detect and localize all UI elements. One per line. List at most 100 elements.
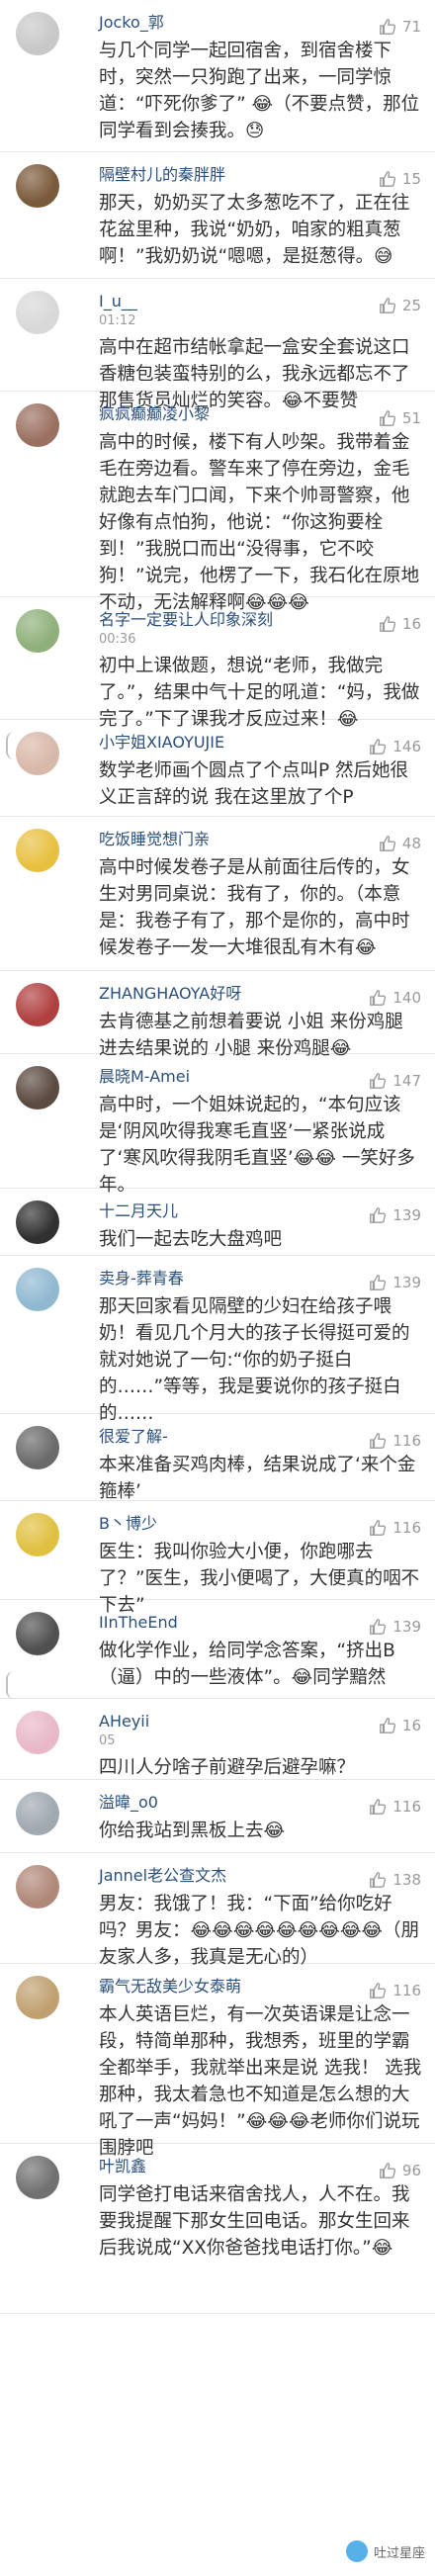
thumbs-up-icon <box>370 990 387 1006</box>
scroll-marker <box>6 1671 16 1699</box>
comments-page: Jocko_郭 与几个同学一起回宿舍，到宿舍楼下时，突然一只狗跑了出来，一同学惊… <box>0 0 435 2576</box>
comment-text: 四川人分啥子前避孕后避孕嘛？ <box>99 1757 356 1778</box>
like-button[interactable]: 71 <box>379 18 421 36</box>
like-count: 16 <box>401 1717 421 1734</box>
watermark-text: 吐过星座 <box>373 2545 425 2561</box>
comment-item[interactable]: 霸气无敌美少女泰萌 本人英语巨烂，有一次英语课是让念一段，特简单那种，我想秀，班… <box>0 1964 435 2159</box>
avatar[interactable] <box>16 291 59 334</box>
avatar[interactable] <box>16 1513 59 1556</box>
comment-item[interactable]: ZHANGHAOYA好呀 去肯德基之前想着要说 小姐 来份鸡腿 进去结果说的 小… <box>0 971 435 1059</box>
like-button[interactable]: 116 <box>369 1519 421 1537</box>
like-button[interactable]: 116 <box>369 1982 421 1999</box>
watermark-logo-icon <box>345 2540 368 2562</box>
thumbs-up-icon <box>380 2163 396 2178</box>
comment-item[interactable]: 卖身-葬青春 那天回家看见隔壁的少妇在给孩子喂奶！看见几个月大的孩子长得挺可爱的… <box>0 1256 435 1424</box>
comment-item[interactable]: 晨晓M-Amei 高中时，一个姐妹说起的，“本句应该是‘阴风吹得我寒毛直竖’一紧… <box>0 1054 435 1196</box>
avatar[interactable] <box>16 983 59 1026</box>
comment-username[interactable]: 叶凯鑫 <box>99 2156 425 2177</box>
avatar[interactable] <box>16 609 59 653</box>
comment-text: 高中时，一个姐妹说起的，“本句应该是‘阴风吹得我寒毛直竖’一紧张说成了‘寒风吹得… <box>99 1095 415 1196</box>
thumbs-up-icon <box>380 19 396 35</box>
like-button[interactable]: 139 <box>369 1618 421 1636</box>
comment-item[interactable]: 吃饭睡觉想门亲 高中时候发卷子是从前面往后传的，女生对男同桌说：我有了，你的。（… <box>0 817 435 971</box>
like-count: 16 <box>401 615 421 633</box>
comment-text: 数学老师画个圆点了个点叫P 然后她很义正言辞的说 我在这里放了个P <box>99 760 409 808</box>
avatar[interactable] <box>16 1792 59 1835</box>
like-button[interactable]: 139 <box>369 1206 421 1224</box>
comment-text: 你给我站到黑板上去😂 <box>99 1821 286 1841</box>
comment-item[interactable]: AHeyii 05 四川人分啥子前避孕后避孕嘛？ 16 <box>0 1699 435 1780</box>
like-button[interactable]: 139 <box>369 1274 421 1291</box>
thumbs-up-icon <box>370 1275 387 1290</box>
like-button[interactable]: 51 <box>379 409 421 427</box>
like-button[interactable]: 146 <box>369 738 421 755</box>
avatar[interactable] <box>16 1268 59 1311</box>
comment-username[interactable]: Jocko_郭 <box>99 12 425 34</box>
avatar[interactable] <box>16 403 59 447</box>
like-button[interactable]: 147 <box>369 1072 421 1090</box>
like-count: 48 <box>401 835 421 852</box>
avatar[interactable] <box>16 829 59 872</box>
comment-username[interactable]: AHeyii <box>99 1711 425 1732</box>
avatar[interactable] <box>16 12 59 55</box>
comment-item[interactable]: I_u__ 01:12 高中在超市结帐拿起一盒安全套说这口香糖包装蛮特别的么，我… <box>0 279 435 411</box>
like-button[interactable]: 140 <box>369 989 421 1007</box>
like-button[interactable]: 116 <box>369 1798 421 1816</box>
comment-time: 01:12 <box>99 313 136 328</box>
avatar[interactable] <box>16 1066 59 1110</box>
comment-item[interactable]: 叶凯鑫 同学爸打电话来宿舍找人，人不在。我要我提醒下那女生回电话。那女生回来后我… <box>0 2144 435 2314</box>
avatar[interactable] <box>16 1612 59 1655</box>
comment-item[interactable]: 小宇姐XIAOYUJIE 数学老师画个圆点了个点叫P 然后她很义正言辞的说 我在… <box>0 720 435 817</box>
comment-username[interactable]: 隔壁村儿的秦胖胖 <box>99 164 425 186</box>
comment-username[interactable]: 吃饭睡觉想门亲 <box>99 829 425 850</box>
avatar[interactable] <box>16 1976 59 2019</box>
comment-item[interactable]: 名字一定要让人印象深刻 00:36 初中上课做题，想说“老师，我做完了。”，结果… <box>0 597 435 730</box>
like-button[interactable]: 16 <box>379 615 421 633</box>
like-button[interactable]: 138 <box>369 1871 421 1889</box>
like-count: 71 <box>401 18 421 36</box>
like-button[interactable]: 16 <box>379 1717 421 1734</box>
avatar[interactable] <box>16 2156 59 2199</box>
thumbs-up-icon <box>370 1073 387 1089</box>
comment-item[interactable]: 十二月天儿 我们一起去吃大盘鸡吧 139 <box>0 1189 435 1256</box>
avatar[interactable] <box>16 164 59 208</box>
comment-item[interactable]: Jannel老公查文杰 男友：我饿了！我：“下面”给你吃好吗？男友：😂😂😂😂😂😂… <box>0 1853 435 1968</box>
avatar[interactable] <box>16 1426 59 1469</box>
like-count: 116 <box>392 1432 421 1450</box>
comment-item[interactable]: Jocko_郭 与几个同学一起回宿舍，到宿舍楼下时，突然一只狗跑了出来，一同学惊… <box>0 0 435 152</box>
avatar[interactable] <box>16 1865 59 1909</box>
avatar[interactable] <box>16 1711 59 1754</box>
thumbs-up-icon <box>370 1619 387 1635</box>
like-button[interactable]: 116 <box>369 1432 421 1450</box>
like-count: 96 <box>401 2162 421 2179</box>
thumbs-up-icon <box>380 1718 396 1733</box>
comment-item[interactable]: 很爱了解- 本来准备买鸡肉棒，结果说成了‘来个金箍棒’ 116 <box>0 1414 435 1502</box>
like-count: 25 <box>401 297 421 314</box>
like-button[interactable]: 48 <box>379 835 421 852</box>
thumbs-up-icon <box>380 410 396 426</box>
like-count: 51 <box>401 409 421 427</box>
comment-username[interactable]: 疯疯癫癫凌小黎 <box>99 403 425 425</box>
comment-text: 做化学作业，给同学念答案，“挤出B（逼）中的一些液体”。😂同学黯然 <box>99 1641 395 1688</box>
comment-item[interactable]: IInTheEnd 做化学作业，给同学念答案，“挤出B（逼）中的一些液体”。😂同… <box>0 1600 435 1699</box>
avatar[interactable] <box>16 1200 59 1244</box>
like-count: 139 <box>392 1274 421 1291</box>
like-button[interactable]: 96 <box>379 2162 421 2179</box>
comment-username[interactable]: 名字一定要让人印象深刻 <box>99 609 425 631</box>
comment-text: 本人英语巨烂，有一次英语课是让念一段，特简单那种，我想秀，班里的学霸全都举手，我… <box>99 2004 422 2159</box>
comment-item[interactable]: B丶博少 医生：我叫你验大小便，你跑哪去了？”医生，我小便喝了，大便真的咽不下去… <box>0 1501 435 1616</box>
thumbs-up-icon <box>380 836 396 851</box>
comment-text: 与几个同学一起回宿舍，到宿舍楼下时，突然一只狗跑了出来，一同学惊道：“吓死你爹了… <box>99 41 420 141</box>
comment-username[interactable]: I_u__ <box>99 291 425 312</box>
like-count: 140 <box>392 989 421 1007</box>
like-button[interactable]: 25 <box>379 297 421 314</box>
comment-item[interactable]: 疯疯癫癫凌小黎 高中的时候，楼下有人吵架。我带着金毛在旁边看。警车来了停在旁边，… <box>0 392 435 613</box>
like-button[interactable]: 15 <box>379 170 421 188</box>
thumbs-up-icon <box>370 1433 387 1449</box>
thumbs-up-icon <box>370 1520 387 1536</box>
comment-item[interactable]: 隔壁村儿的秦胖胖 那天，奶奶买了太多葱吃不了，正在往花盆里种，我说“奶奶，咱家的… <box>0 152 435 279</box>
comment-item[interactable]: 溢暐_o0 你给我站到黑板上去😂 116 <box>0 1780 435 1853</box>
like-count: 116 <box>392 1982 421 1999</box>
avatar[interactable] <box>16 732 59 775</box>
like-count: 139 <box>392 1206 421 1224</box>
